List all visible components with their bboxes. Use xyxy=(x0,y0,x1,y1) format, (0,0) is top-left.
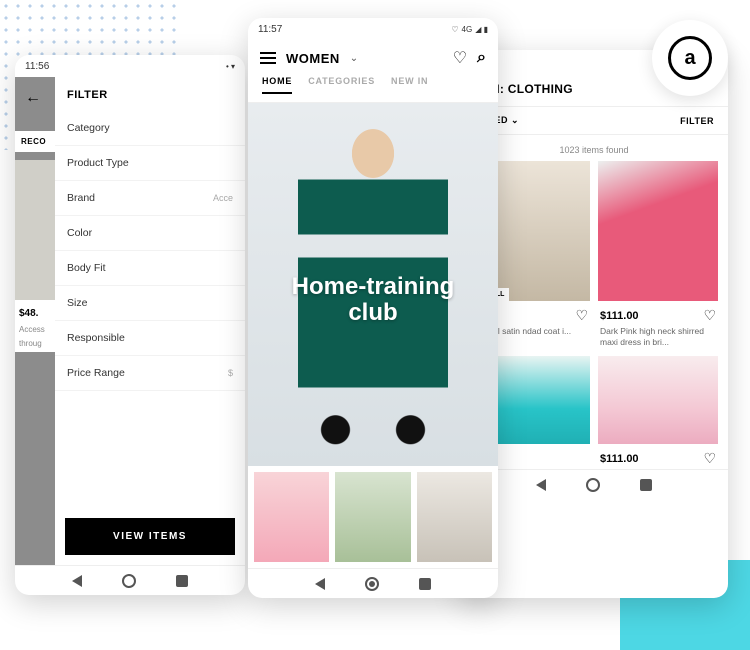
product-grid: OS TALL ♡ GN Tall satin ndad coat i... $… xyxy=(460,161,728,469)
product-price: $111.00 xyxy=(600,310,639,322)
nav-back-icon[interactable] xyxy=(72,575,82,587)
topbar: WOMEN ⌄ ♡ ⌕ xyxy=(248,40,498,76)
filter-label: Price Range xyxy=(67,367,125,379)
heart-icon[interactable]: ♡ xyxy=(575,307,588,324)
heart-icon[interactable]: ♡ xyxy=(703,307,716,324)
filter-label: Body Fit xyxy=(67,262,106,274)
status-time: 11:57 xyxy=(258,24,282,35)
product-price: $111.00 xyxy=(600,453,639,465)
nav-home-icon[interactable] xyxy=(586,478,600,492)
status-time: 11:56 xyxy=(25,61,49,72)
filter-label: Product Type xyxy=(67,157,129,169)
android-navbar xyxy=(15,565,245,595)
android-navbar xyxy=(460,469,728,499)
dimmed-background: ← RECO $48. Access throug xyxy=(15,77,55,565)
product-card[interactable]: $111.00 ♡ Dark Pink high neck shirred max… xyxy=(598,161,718,348)
filter-row-brand[interactable]: Brand Acce xyxy=(55,181,245,216)
thumb-1[interactable] xyxy=(254,472,329,562)
filter-value: Acce xyxy=(213,193,233,203)
back-icon[interactable]: ← xyxy=(15,85,55,111)
nav-home-icon[interactable] xyxy=(365,577,379,591)
product-thumb xyxy=(15,160,55,300)
nav-recent-icon[interactable] xyxy=(640,479,652,491)
chevron-down-icon[interactable]: ⌄ xyxy=(350,53,358,64)
wishlist-icon[interactable]: ♡ xyxy=(453,48,467,68)
phone-home-screen: 11:57 ♡ 4G ◢ ▮ WOMEN ⌄ ♡ ⌕ HOME CATEGORI… xyxy=(248,18,498,598)
phone-filter-screen: 11:56 • ▾ ← RECO $48. Access throug FILT… xyxy=(15,55,245,595)
nav-back-icon[interactable] xyxy=(536,479,546,491)
nav-home-icon[interactable] xyxy=(122,574,136,588)
filter-row-category[interactable]: Category xyxy=(55,111,245,146)
logo-letter: a xyxy=(668,36,712,80)
menu-icon[interactable] xyxy=(260,52,276,64)
filter-row-responsible[interactable]: Responsible xyxy=(55,321,245,356)
thumb-3[interactable] xyxy=(417,472,492,562)
filter-row-product-type[interactable]: Product Type xyxy=(55,146,245,181)
filter-label: Brand xyxy=(67,192,95,204)
filter-row-size[interactable]: Size xyxy=(55,286,245,321)
reco-tab[interactable]: RECO xyxy=(15,131,55,152)
search-icon[interactable]: ⌕ xyxy=(477,49,486,67)
product-image xyxy=(598,356,718,444)
filter-label: Color xyxy=(67,227,92,239)
heart-icon[interactable]: ♡ xyxy=(703,450,716,467)
sort-filter-bar: ENDED ⌄ FILTER xyxy=(460,106,728,135)
filter-label: Responsible xyxy=(67,332,125,344)
tab-home[interactable]: HOME xyxy=(262,76,292,94)
filter-button[interactable]: FILTER xyxy=(680,116,714,126)
status-icons: • ▾ xyxy=(226,62,235,71)
product-price: $48. xyxy=(15,300,55,323)
filter-panel: FILTER Category Product Type Brand Acce Colo… xyxy=(55,77,245,565)
product-card[interactable]: $111.00 ♡ xyxy=(598,356,718,469)
filter-label: Size xyxy=(67,297,87,309)
filter-row-color[interactable]: Color xyxy=(55,216,245,251)
product-image xyxy=(598,161,718,301)
filter-value: $ xyxy=(228,368,233,378)
item-count: 1023 items found xyxy=(460,135,728,161)
filter-row-body-fit[interactable]: Body Fit xyxy=(55,251,245,286)
statusbar: 11:56 • ▾ xyxy=(15,55,245,77)
product-desc-1: Access xyxy=(15,323,55,337)
tab-bar: HOME CATEGORIES NEW IN xyxy=(248,76,498,103)
filter-row-price-range[interactable]: Price Range $ xyxy=(55,356,245,391)
product-desc-2: throug xyxy=(15,337,55,351)
nav-recent-icon[interactable] xyxy=(419,578,431,590)
filter-title: FILTER xyxy=(55,77,245,111)
statusbar: 11:57 ♡ 4G ◢ ▮ xyxy=(248,18,498,40)
filter-label: Category xyxy=(67,122,110,134)
tab-newin[interactable]: NEW IN xyxy=(391,76,428,94)
thumb-2[interactable] xyxy=(335,472,410,562)
section-dropdown[interactable]: WOMEN xyxy=(286,51,340,66)
status-icons: ♡ 4G ◢ ▮ xyxy=(451,25,488,34)
nav-recent-icon[interactable] xyxy=(176,575,188,587)
hero-banner[interactable]: Home-trainingclub xyxy=(248,103,498,466)
view-items-button[interactable]: VIEW ITEMS xyxy=(65,518,235,555)
hero-text: Home-trainingclub xyxy=(292,274,455,324)
android-navbar xyxy=(248,568,498,598)
tab-categories[interactable]: CATEGORIES xyxy=(308,76,375,94)
brand-logo: a xyxy=(652,20,728,96)
thumbnail-row xyxy=(248,466,498,568)
nav-back-icon[interactable] xyxy=(315,578,325,590)
phone-listing-screen: ◢ ▮ W IN: CLOTHING ENDED ⌄ FILTER 1023 i… xyxy=(460,50,728,598)
product-name: Dark Pink high neck shirred maxi dress i… xyxy=(598,326,718,348)
